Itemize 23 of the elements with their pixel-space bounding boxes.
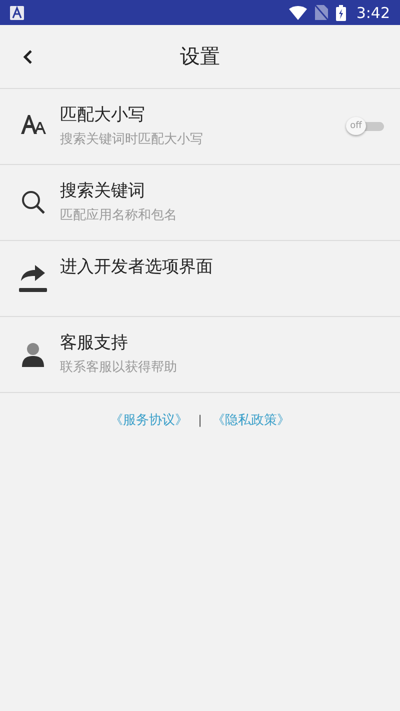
battery-charging-icon [336, 4, 346, 20]
setting-title: 搜索关键词 [60, 180, 145, 202]
setting-description: 匹配应用名称和包名 [60, 207, 177, 224]
search-icon [20, 189, 46, 215]
page-title: 设置 [180, 43, 220, 70]
setting-description: 联系客服以获得帮助 [60, 359, 177, 376]
wifi-icon [289, 6, 308, 20]
back-icon [23, 49, 33, 65]
settings-row[interactable]: 匹配大小写 搜索关键词时匹配大小写 off [0, 89, 400, 165]
setting-description: 搜索关键词时匹配大小写 [60, 131, 203, 148]
settings-row[interactable]: 客服支持 联系客服以获得帮助 [0, 317, 400, 393]
settings-row[interactable]: 进入开发者选项界面 [0, 241, 400, 317]
setting-title: 进入开发者选项界面 [60, 256, 213, 278]
status-time: 3:42 [356, 4, 390, 22]
share-arrow-icon [18, 263, 48, 293]
person-avatar-icon [21, 341, 45, 367]
no-sim-icon [315, 5, 328, 20]
settings-row[interactable]: 搜索关键词 匹配应用名称和包名 [0, 165, 400, 241]
app-notification-icon [10, 6, 24, 20]
letter-case-icon [20, 113, 46, 135]
link-separator: | [198, 413, 202, 427]
setting-title: 匹配大小写 [60, 104, 145, 126]
setting-title: 客服支持 [60, 332, 128, 354]
